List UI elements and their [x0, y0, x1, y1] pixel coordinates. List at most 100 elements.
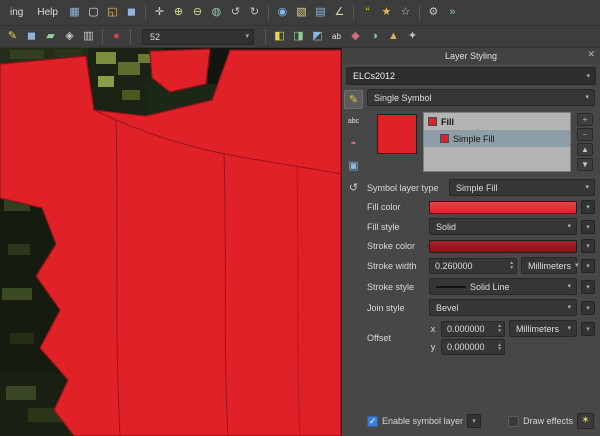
layer-selector[interactable]: ELCs2012 — [346, 67, 596, 85]
offset-y-spin[interactable]: 0.000000 — [441, 339, 505, 355]
toolbar-value-combo[interactable]: 52 — [142, 29, 254, 45]
grid-icon[interactable]: ▦ — [66, 4, 83, 21]
fill-style-override-button[interactable] — [581, 220, 595, 234]
fill-style-label: Fill style — [367, 222, 425, 232]
symbol-editor-area: Fill Simple Fill + − ▲ ▼ — [367, 112, 595, 172]
offset-x-spin[interactable]: 0.000000 — [441, 321, 505, 337]
globe-icon[interactable]: ◍ — [208, 4, 225, 21]
identify-cursor-icon[interactable]: ◉ — [274, 4, 291, 21]
toolbar-separator — [130, 29, 131, 44]
stroke-width-value: 0.260000 — [435, 261, 473, 271]
hatched-square-icon[interactable]: ▧ — [293, 4, 310, 21]
toolbar-value: 52 — [150, 32, 160, 42]
stroke-color-label: Stroke color — [367, 241, 425, 251]
tab-3d-view[interactable]: ▣ — [344, 156, 363, 175]
panel-title-bar: Layer Styling ✕ — [342, 48, 600, 64]
move-up-button[interactable]: ▲ — [577, 143, 593, 156]
chevron-down-icon — [585, 94, 589, 101]
toolbar-row-2: ✎◼▰◈▥ ● 52 ◧◨◩ab◆◑▲✦ — [0, 26, 600, 48]
symbol-mode-select[interactable]: Single Symbol — [367, 89, 595, 106]
stroke-width-override-button[interactable] — [581, 259, 595, 273]
stroke-style-select[interactable]: Solid Line — [429, 278, 577, 295]
enable-layer-override-button[interactable] — [467, 414, 481, 428]
draw-effects-checkbox[interactable] — [508, 416, 519, 427]
half-square-left-icon[interactable]: ◧ — [271, 28, 288, 45]
spin-arrows-icon[interactable] — [507, 261, 513, 270]
draw-effects-label: Draw effects — [523, 416, 573, 426]
ab-letters-icon[interactable]: ab — [328, 28, 345, 45]
double-chevron-icon[interactable]: » — [444, 4, 461, 21]
stroke-style-override-button[interactable] — [581, 280, 595, 294]
menu-item-partial[interactable]: ing — [4, 6, 29, 19]
stroke-style-value: Solid Line — [470, 282, 510, 292]
floppy-disk-icon[interactable]: ◼ — [123, 4, 140, 21]
chevron-down-icon — [567, 223, 571, 230]
corner-square-icon[interactable]: ◩ — [309, 28, 326, 45]
tab-masks[interactable]: ◓ — [344, 134, 363, 153]
offset-x-value: 0.000000 — [447, 324, 485, 334]
half-circle-icon[interactable]: ◑ — [366, 28, 383, 45]
chevron-down-icon — [567, 325, 571, 332]
move-down-button[interactable]: ▼ — [577, 158, 593, 171]
join-style-select[interactable]: Bevel — [429, 299, 577, 316]
four-point-star-icon[interactable]: ✦ — [404, 28, 421, 45]
offset-units-select[interactable]: Millimeters — [509, 320, 577, 337]
menu-item-help[interactable]: Help — [31, 6, 64, 19]
polygon-icon[interactable]: ▰ — [42, 28, 59, 45]
offset-override-button[interactable] — [581, 322, 595, 336]
pan-cross-icon[interactable]: ✛ — [151, 4, 168, 21]
stroke-color-override-button[interactable] — [581, 239, 595, 253]
add-symbol-layer-button[interactable]: + — [577, 113, 593, 126]
gear-icon[interactable]: ⚙ — [425, 4, 442, 21]
tab-history[interactable]: ↺ — [344, 178, 363, 197]
zoom-out-icon[interactable]: ⊖ — [189, 4, 206, 21]
back-arrow-icon[interactable]: ↺ — [227, 4, 244, 21]
enable-symbol-layer-checkbox[interactable] — [367, 416, 378, 427]
stroke-width-units-select[interactable]: Millimeters — [521, 257, 577, 274]
qgis-window: ing Help ▦▢◱◼✛⊕⊖◍↺↻◉▧▤∠“★☆⚙» ✎◼▰◈▥● 52 ◧… — [0, 0, 600, 436]
tree-item-fill[interactable]: Fill — [424, 113, 570, 130]
tab-symbology[interactable]: ✎ — [344, 90, 363, 109]
spin-arrows-icon[interactable] — [495, 343, 501, 352]
star-icon[interactable]: ★ — [378, 4, 395, 21]
fill-style-select[interactable]: Solid — [429, 218, 577, 235]
effects-star-button[interactable]: ✶ — [577, 413, 594, 429]
stroke-color-button[interactable] — [429, 240, 577, 253]
folder-icon[interactable]: ◱ — [104, 4, 121, 21]
symbol-layer-type-select[interactable]: Simple Fill — [449, 179, 595, 196]
offset-x-label: x — [429, 324, 437, 334]
blank-page-icon[interactable]: ▢ — [85, 4, 102, 21]
fill-color-override-button[interactable] — [581, 200, 595, 214]
measure-angle-icon[interactable]: ∠ — [331, 4, 348, 21]
clipboard-icon[interactable]: ▥ — [80, 28, 97, 45]
offset-y-value: 0.000000 — [447, 342, 485, 352]
tab-labels[interactable]: abc — [344, 112, 363, 131]
symbol-tree-buttons: + − ▲ ▼ — [577, 112, 595, 172]
red-circle-icon[interactable]: ● — [108, 28, 125, 45]
chevron-down-icon — [567, 304, 571, 311]
remove-symbol-layer-button[interactable]: − — [577, 128, 593, 141]
map-canvas[interactable] — [0, 48, 341, 436]
close-icon[interactable]: ✕ — [587, 49, 595, 60]
attribute-table-icon[interactable]: ▤ — [312, 4, 329, 21]
styling-tab-strip: ✎ abc ◓ ▣ ↺ — [342, 87, 365, 436]
vertex-diamond-icon[interactable]: ◈ — [61, 28, 78, 45]
fill-color-button[interactable] — [429, 201, 577, 214]
toolbar-row-1: ▦▢◱◼ ✛⊕⊖◍↺↻ ◉▧▤∠ “★☆ ⚙» — [66, 4, 461, 21]
stroke-width-spin[interactable]: 0.260000 — [429, 258, 517, 274]
save-edits-icon[interactable]: ◼ — [23, 28, 40, 45]
speech-bubble-icon[interactable]: “ — [359, 4, 376, 21]
zoom-in-icon[interactable]: ⊕ — [170, 4, 187, 21]
symbol-preview[interactable] — [377, 114, 417, 154]
menu-toolbar-row: ing Help ▦▢◱◼ ✛⊕⊖◍↺↻ ◉▧▤∠ “★☆ ⚙» — [0, 0, 600, 26]
half-square-right-icon[interactable]: ◨ — [290, 28, 307, 45]
spin-arrows-icon[interactable] — [495, 324, 501, 333]
join-style-override-button[interactable] — [581, 301, 595, 315]
pencil-icon[interactable]: ✎ — [4, 28, 21, 45]
diamond-icon[interactable]: ◆ — [347, 28, 364, 45]
star-outline-icon[interactable]: ☆ — [397, 4, 414, 21]
toolbar-separator — [102, 29, 103, 44]
triangle-icon[interactable]: ▲ — [385, 28, 402, 45]
forward-arrow-icon[interactable]: ↻ — [246, 4, 263, 21]
tree-item-simple-fill[interactable]: Simple Fill — [424, 130, 570, 147]
